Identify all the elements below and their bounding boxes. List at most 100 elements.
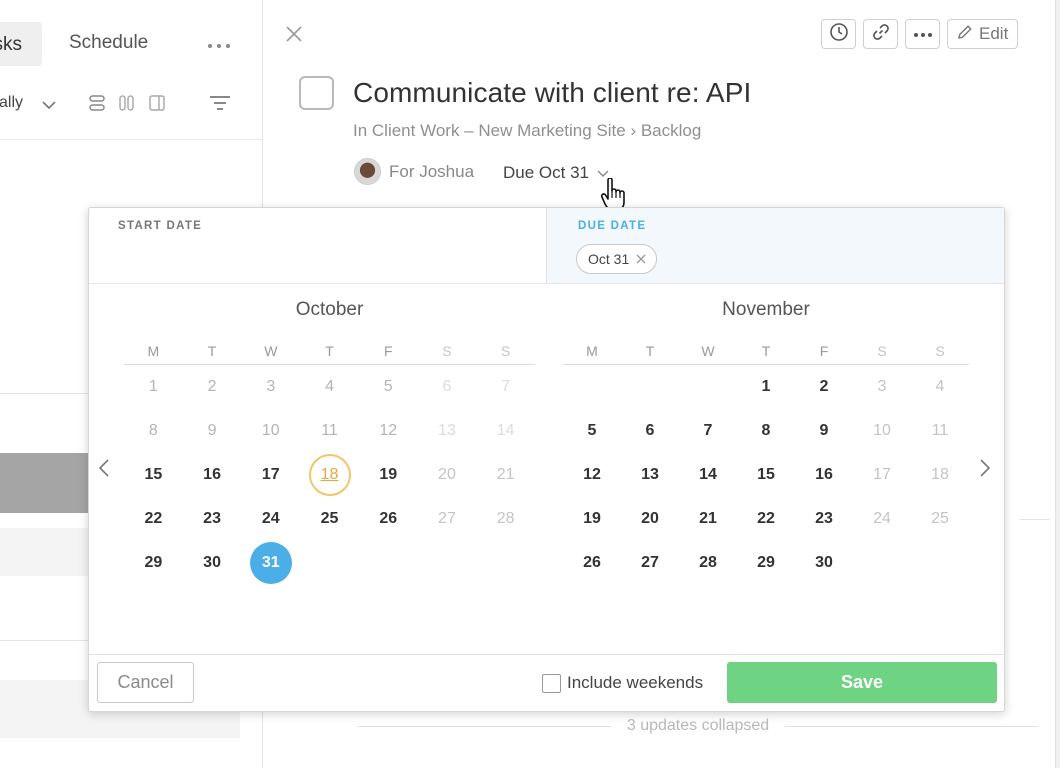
scrollbar[interactable]	[1055, 0, 1060, 768]
calendar-day[interactable]: 28	[476, 499, 535, 539]
tab-schedule[interactable]: Schedule	[69, 32, 148, 54]
previous-month-icon[interactable]	[97, 458, 111, 483]
calendar-day[interactable]: 30	[795, 543, 853, 583]
calendar-day[interactable]: 3	[853, 367, 911, 407]
copy-link-button[interactable]	[863, 19, 898, 49]
calendar-day[interactable]: 18	[911, 455, 969, 495]
calendar-day[interactable]: 22	[737, 499, 795, 539]
calendar-day[interactable]: 1	[737, 367, 795, 407]
date-picker-popover: START DATE DUE DATE Oct 31 October M T W T F…	[88, 207, 1005, 712]
calendar-day[interactable]: 10	[241, 411, 300, 451]
calendar-day[interactable]: 6	[621, 411, 679, 451]
weekday-header: M	[147, 343, 160, 359]
calendar-day[interactable]: 20	[418, 455, 477, 495]
calendar-day-label: 12	[379, 422, 398, 439]
split-view-icon[interactable]	[148, 94, 166, 117]
calendar-day[interactable]: 4	[300, 367, 359, 407]
calendar-day-label: 30	[815, 554, 833, 571]
calendar-day[interactable]: 3	[241, 367, 300, 407]
calendar-day[interactable]: 13	[418, 411, 477, 451]
calendar-day[interactable]: 16	[183, 455, 242, 495]
more-horizontal-icon[interactable]	[207, 33, 231, 54]
calendar-day[interactable]: 6	[418, 367, 477, 407]
weekday-header: S	[442, 343, 452, 359]
calendar-day[interactable]: 17	[241, 455, 300, 495]
cancel-button[interactable]: Cancel	[97, 662, 194, 703]
calendar-day[interactable]: 9	[183, 411, 242, 451]
calendar-day[interactable]: 31	[241, 542, 300, 584]
calendar-day[interactable]: 28	[679, 543, 737, 583]
more-button[interactable]	[905, 19, 940, 49]
calendar-day[interactable]: 15	[124, 455, 183, 495]
start-date-field[interactable]: START DATE	[89, 208, 546, 283]
calendar-day[interactable]: 2	[183, 367, 242, 407]
calendar-day[interactable]: 14	[476, 411, 535, 451]
calendar-day[interactable]: 19	[359, 455, 418, 495]
calendar-day[interactable]: 29	[737, 543, 795, 583]
calendar-day[interactable]: 7	[476, 367, 535, 407]
calendar-day[interactable]: 14	[679, 455, 737, 495]
filter-icon[interactable]	[208, 94, 232, 117]
include-weekends-toggle[interactable]: Include weekends	[542, 673, 703, 693]
calendar-day[interactable]: 24	[241, 499, 300, 539]
list-view-icon[interactable]	[88, 94, 106, 117]
calendar-day[interactable]: 11	[911, 411, 969, 451]
task-complete-checkbox[interactable]	[299, 76, 334, 110]
calendar-day[interactable]: 17	[853, 455, 911, 495]
calendar-day[interactable]: 22	[124, 499, 183, 539]
assignee[interactable]: For Joshua	[354, 158, 474, 185]
calendar-day[interactable]: 4	[911, 367, 969, 407]
calendar-day[interactable]: 18	[300, 454, 359, 496]
due-date-chip[interactable]: Oct 31	[576, 244, 658, 274]
history-button[interactable]	[821, 19, 856, 49]
calendar-day[interactable]: 23	[183, 499, 242, 539]
edit-button[interactable]: Edit	[947, 19, 1019, 49]
calendar-day[interactable]: 27	[418, 499, 477, 539]
calendar-day[interactable]: 23	[795, 499, 853, 539]
calendar-day[interactable]: 29	[124, 543, 183, 583]
due-date-dropdown[interactable]: Due Oct 31	[503, 163, 609, 183]
calendar-day[interactable]: 20	[621, 499, 679, 539]
calendar-day[interactable]: 2	[795, 367, 853, 407]
chevron-down-icon[interactable]	[42, 97, 56, 115]
calendar-day[interactable]: 8	[124, 411, 183, 451]
calendar-day[interactable]: 11	[300, 411, 359, 451]
due-date-field[interactable]: DUE DATE Oct 31	[546, 208, 1004, 283]
calendar-day[interactable]: 21	[679, 499, 737, 539]
breadcrumb[interactable]: In Client Work – New Marketing Site › Ba…	[353, 121, 701, 141]
calendar-day[interactable]: 5	[359, 367, 418, 407]
calendar-day[interactable]: 13	[621, 455, 679, 495]
calendar-day[interactable]: 1	[124, 367, 183, 407]
calendar-day[interactable]: 24	[853, 499, 911, 539]
calendar-day[interactable]: 21	[476, 455, 535, 495]
calendar-day-label: 5	[383, 378, 393, 395]
calendar-day[interactable]: 10	[853, 411, 911, 451]
board-view-icon[interactable]	[118, 94, 136, 117]
divider	[1020, 519, 1050, 520]
tab-tasks[interactable]: Tasks	[0, 22, 42, 66]
calendar-day[interactable]: 27	[621, 543, 679, 583]
clear-date-icon[interactable]	[636, 251, 646, 267]
close-icon[interactable]	[284, 24, 304, 44]
calendar-day-label: 9	[207, 422, 217, 439]
next-month-icon[interactable]	[978, 458, 992, 483]
calendar-day[interactable]: 12	[563, 455, 621, 495]
calendar-day[interactable]: 9	[795, 411, 853, 451]
calendar-day[interactable]: 26	[563, 543, 621, 583]
calendar-day[interactable]: 12	[359, 411, 418, 451]
calendar-day[interactable]: 15	[737, 455, 795, 495]
calendar-day[interactable]: 19	[563, 499, 621, 539]
calendar-day[interactable]: 25	[300, 499, 359, 539]
calendar-day[interactable]: 25	[911, 499, 969, 539]
calendar-day[interactable]: 16	[795, 455, 853, 495]
calendar-day[interactable]: 26	[359, 499, 418, 539]
save-button[interactable]: Save	[727, 662, 997, 703]
calendar-day[interactable]: 30	[183, 543, 242, 583]
calendar-day[interactable]: 8	[737, 411, 795, 451]
calendar-day[interactable]: 5	[563, 411, 621, 451]
calendar-day-label: 16	[203, 466, 221, 483]
updates-collapsed[interactable]: 3 updates collapsed	[358, 716, 1039, 736]
calendar-day[interactable]: 7	[679, 411, 737, 451]
include-weekends-checkbox[interactable]	[542, 673, 561, 693]
calendar-day-label: 23	[203, 510, 221, 527]
